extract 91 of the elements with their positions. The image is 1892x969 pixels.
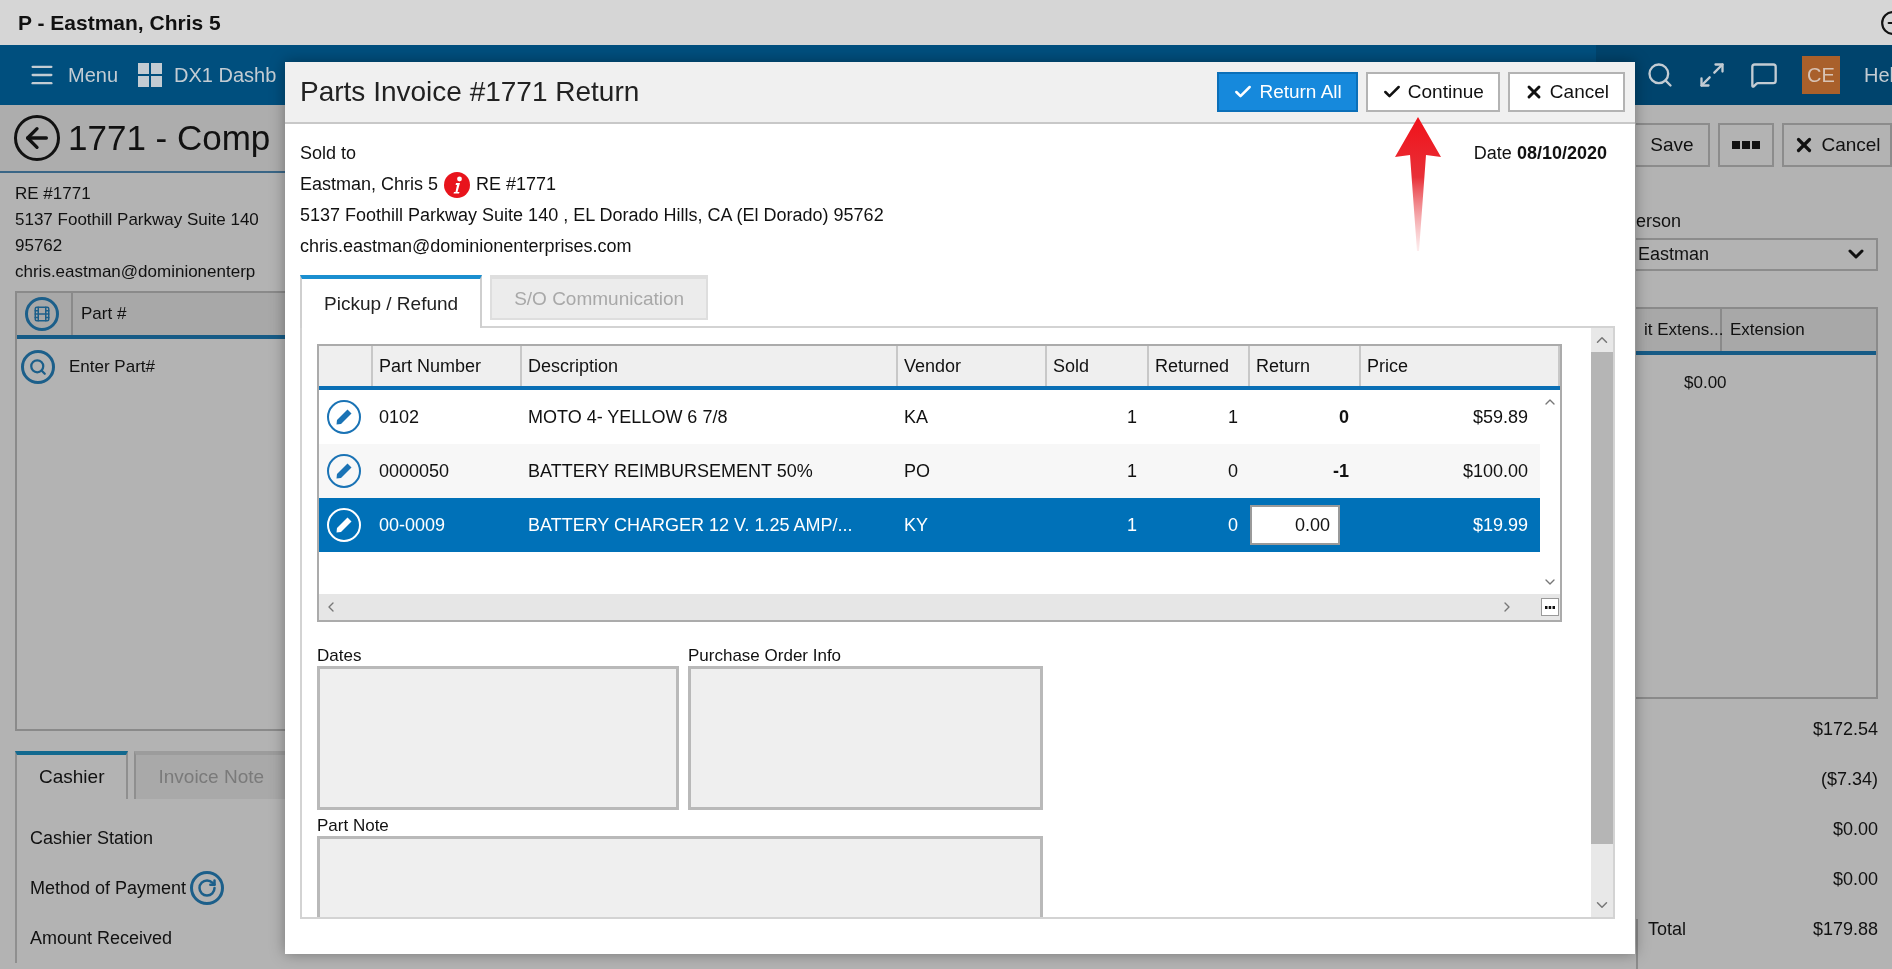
chat-icon[interactable] xyxy=(1750,61,1778,89)
edit-button[interactable] xyxy=(327,454,361,488)
column-header[interactable]: Description xyxy=(522,346,898,386)
table-cell-text: 0000050 xyxy=(378,460,451,482)
dialog-button[interactable]: Continue xyxy=(1365,72,1500,112)
table-cell: $0.00 xyxy=(1684,372,1727,393)
table-cell-text: 1 xyxy=(1227,406,1239,428)
field-label: Amount Received xyxy=(30,927,173,949)
part-entry-field[interactable]: Enter Part# xyxy=(69,357,155,377)
salesperson-dropdown[interactable]: Eastman xyxy=(1636,238,1878,271)
table-cell-text: KY xyxy=(903,514,929,536)
grid-icon xyxy=(138,63,163,87)
pencil-icon xyxy=(335,408,353,426)
edit-button[interactable] xyxy=(327,400,361,434)
column-header[interactable]: Vendor xyxy=(898,346,1047,386)
customer-email: chris.eastman@dominionenterprises.com xyxy=(300,235,632,258)
more-button[interactable] xyxy=(1718,123,1774,167)
table-cell-text: 1 xyxy=(1126,406,1138,428)
section-label: Purchase Order Info xyxy=(688,646,843,666)
dialog-button[interactable]: Cancel xyxy=(1507,72,1625,112)
column-header[interactable]: Return xyxy=(1250,346,1361,386)
dialog-title: Parts Invoice #1771 Return xyxy=(300,76,640,108)
film-icon[interactable] xyxy=(25,297,59,331)
table-cell-text: 0102 xyxy=(378,406,421,428)
total-value: $172.54 xyxy=(1812,719,1878,741)
table-cell-text: BATTERY REIMBURSEMENT 50% xyxy=(527,460,814,482)
customer-name: Eastman, Chris 5 xyxy=(300,173,439,196)
search-icon[interactable] xyxy=(1646,61,1674,89)
customer-info: RE #1771 xyxy=(15,183,92,205)
refresh-icon[interactable] xyxy=(190,871,225,905)
column-header[interactable]: Sold xyxy=(1047,346,1149,386)
table-cell-text: 00-0009 xyxy=(378,514,447,536)
section-label: Part Note xyxy=(317,816,390,836)
column-header: Extension xyxy=(1729,318,1806,341)
dots-icon xyxy=(1732,141,1760,149)
table-row[interactable]: 0000050 BATTERY REIMBURSEMENT 50% PO 1 0 -1 $100.00 xyxy=(319,444,1540,498)
help-link[interactable]: Hel xyxy=(1864,63,1892,87)
tab[interactable]: Cashier xyxy=(15,751,129,799)
customer-info: 95762 xyxy=(15,235,64,257)
column-header[interactable]: Price xyxy=(1361,346,1560,386)
dialog-button[interactable]: Return All xyxy=(1217,72,1358,112)
page-title: 1771 - Comp xyxy=(68,118,271,158)
column-header[interactable]: Returned xyxy=(1149,346,1250,386)
customer-address: 5137 Foothill Parkway Suite 140 , EL Dorado Hills, CA (El Dorado) 95762 xyxy=(300,204,884,227)
tab[interactable]: Pickup / Refund xyxy=(300,275,483,328)
total-value: $0.00 xyxy=(1832,819,1878,841)
field-label: erson xyxy=(1636,211,1683,232)
table-cell-text: BATTERY CHARGER 12 V. 1.25 AMP/... xyxy=(527,514,854,536)
sold-to-label: Sold to xyxy=(300,142,357,165)
nav-item[interactable]: DX1 Dashb xyxy=(138,63,277,87)
table-cell-text: PO xyxy=(903,460,931,482)
table-row[interactable]: 00-0009 BATTERY CHARGER 12 V. 1.25 AMP/... KY 1 0 0.00 $19.99 xyxy=(319,498,1540,552)
window-title: P - Eastman, Chris 5 xyxy=(18,10,221,35)
cancel-button[interactable]: Cancel xyxy=(1782,123,1892,167)
invoice-date: Date 08/10/2020 xyxy=(1473,142,1607,165)
return-input[interactable]: 0.00 xyxy=(1250,505,1340,545)
expand-icon[interactable] xyxy=(1698,61,1726,89)
column-header: Part # xyxy=(80,303,128,325)
table-cell-text: MOTO 4- YELLOW 6 7/8 xyxy=(527,406,729,428)
scrollbar-thumb[interactable] xyxy=(1591,352,1613,844)
column-chooser-button[interactable] xyxy=(1541,598,1559,616)
table-cell-text: $59.89 xyxy=(1471,406,1529,428)
section-label: Dates xyxy=(317,646,363,666)
table-cell-text: 1 xyxy=(1126,460,1138,482)
customer-info: 5137 Foothill Parkway Suite 140 xyxy=(15,209,260,231)
column-header[interactable]: Part Number xyxy=(373,346,522,386)
total-label: Total xyxy=(1648,919,1687,941)
save-button[interactable]: Save xyxy=(1636,123,1710,167)
total-value: ($7.34) xyxy=(1820,769,1878,791)
field-label: Method of Payment xyxy=(30,877,187,899)
table-cell-text: -1 xyxy=(1332,460,1350,482)
customer-info: chris.eastman@dominionenterp xyxy=(15,261,257,283)
table-cell-text: 0 xyxy=(1338,406,1350,428)
back-icon[interactable] xyxy=(14,115,60,161)
scrollbar[interactable] xyxy=(1591,328,1613,917)
table-cell-text: 0 xyxy=(1227,514,1239,536)
nav-item[interactable]: Menu xyxy=(28,61,119,89)
pencil-icon xyxy=(335,516,353,534)
invoice-ref: RE #1771 xyxy=(476,173,557,196)
dots-icon xyxy=(1545,605,1555,609)
table-cell-text: 0 xyxy=(1227,460,1239,482)
table-cell-text: KA xyxy=(903,406,929,428)
field-label: Cashier Station xyxy=(30,827,154,849)
table-cell-text: $100.00 xyxy=(1461,460,1529,482)
pencil-icon xyxy=(335,462,353,480)
table-cell-text: $19.99 xyxy=(1471,514,1529,536)
info-icon[interactable] xyxy=(444,171,471,198)
search-icon[interactable] xyxy=(21,350,55,384)
table-cell-text: 1 xyxy=(1126,514,1138,536)
total-value: $0.00 xyxy=(1832,869,1878,891)
total-value: $179.88 xyxy=(1812,919,1878,941)
